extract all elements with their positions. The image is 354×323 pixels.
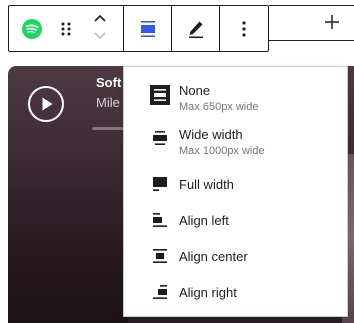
align-option-full[interactable]: Full width [132, 167, 339, 203]
track-title: Soft [96, 75, 122, 90]
align-none-icon [150, 85, 170, 105]
block-type-button[interactable] [9, 6, 55, 51]
align-option-right[interactable]: Align right [132, 275, 339, 311]
embed-shadow [8, 176, 128, 323]
play-button[interactable] [28, 86, 64, 122]
align-wide-icon [153, 131, 167, 145]
editor-canvas: Soft Mile None Max 650px wide Wide width… [0, 0, 354, 323]
more-vertical-icon [242, 20, 246, 37]
align-option-label: Align center [179, 249, 248, 264]
pencil-icon [188, 21, 203, 38]
align-option-label: Align left [179, 213, 229, 228]
align-option-description: Max 1000px wide [179, 145, 265, 157]
move-down-button[interactable] [77, 30, 123, 46]
align-left-icon [153, 213, 167, 227]
align-dropdown-menu: None Max 650px wide Wide width Max 1000p… [123, 66, 348, 317]
align-group [124, 6, 172, 51]
move-up-button[interactable] [77, 12, 123, 28]
block-toolbar [8, 5, 269, 52]
play-icon [42, 97, 53, 111]
align-none-icon [140, 20, 155, 37]
drag-handle-icon [61, 22, 71, 35]
block-controls-group [9, 6, 124, 51]
align-full-icon [153, 177, 167, 191]
options-group [220, 6, 268, 51]
align-option-description: Max 650px wide [179, 101, 259, 113]
edit-group [172, 6, 220, 51]
more-options-button[interactable] [220, 6, 268, 51]
align-right-icon [153, 285, 167, 299]
chevron-down-icon [94, 32, 106, 40]
spotify-icon [22, 18, 42, 39]
align-option-left[interactable]: Align left [132, 203, 339, 239]
align-option-label: Full width [179, 177, 234, 192]
align-option-none[interactable]: None Max 650px wide [132, 75, 339, 123]
align-option-label: None [179, 83, 211, 98]
mover-controls [77, 6, 123, 51]
add-block-button[interactable] [324, 14, 340, 30]
align-center-icon [153, 249, 167, 263]
track-artist: Mile [96, 95, 120, 110]
align-option-center[interactable]: Align center [132, 239, 339, 275]
chevron-up-icon [94, 14, 106, 22]
edit-button[interactable] [172, 6, 219, 51]
drag-handle[interactable] [55, 6, 77, 51]
align-button[interactable] [124, 6, 171, 51]
align-option-wide[interactable]: Wide width Max 1000px wide [132, 123, 339, 167]
inserter-area [269, 5, 354, 41]
align-option-label: Align right [179, 285, 237, 300]
plus-icon [325, 15, 339, 29]
align-option-label: Wide width [179, 127, 243, 142]
